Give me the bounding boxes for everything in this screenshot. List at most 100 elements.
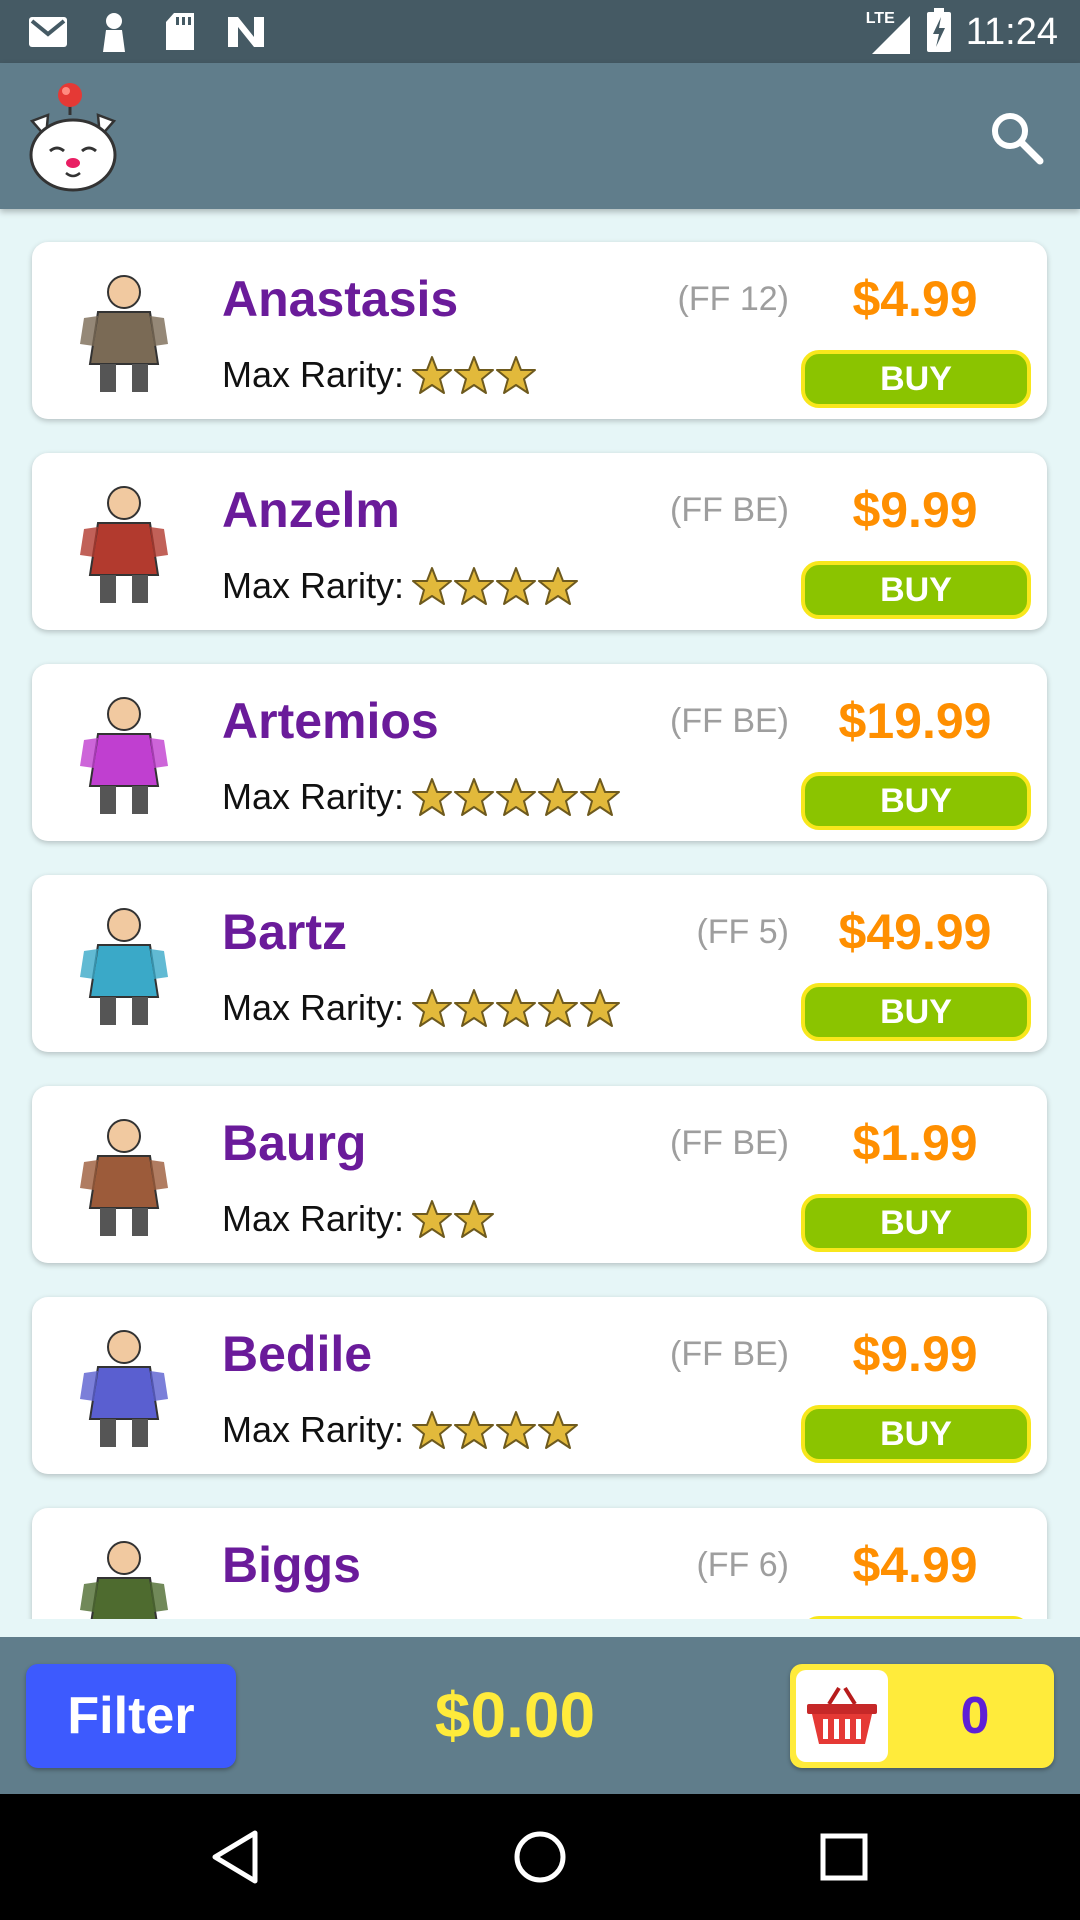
unit-price: $1.99: [852, 1115, 978, 1171]
star-icon: [496, 988, 537, 1028]
unit-name: Anastasis: [222, 271, 459, 327]
star-icon: [412, 1199, 453, 1239]
unit-price: $9.99: [852, 482, 978, 538]
notification-icon: [92, 10, 136, 54]
unit-card[interactable]: Baurg (FF BE) $1.99 Max Rarity: BUY: [32, 1086, 1047, 1263]
bottom-bar: Filter $0.00 0: [0, 1637, 1080, 1794]
unit-series: (FF 6): [696, 1546, 789, 1584]
star-icon: [454, 1199, 495, 1239]
buy-button[interactable]: BUY: [801, 772, 1031, 830]
unit-price: $4.99: [852, 271, 978, 327]
star-icon: [454, 988, 495, 1028]
star-icon: [496, 1410, 537, 1450]
unit-price: $9.99: [852, 1326, 978, 1382]
unit-series: (FF BE): [670, 702, 789, 740]
unit-sprite: [54, 1315, 194, 1455]
filter-button[interactable]: Filter: [26, 1664, 236, 1768]
star-icon: [496, 355, 537, 395]
unit-sprite: [54, 893, 194, 1033]
cart-total: $0.00: [434, 1679, 596, 1751]
star-icon: [538, 566, 579, 606]
unit-sprite: [54, 1526, 194, 1619]
star-icon: [538, 777, 579, 817]
unit-card[interactable]: Anastasis (FF 12) $4.99 Max Rarity: BUY: [32, 242, 1047, 419]
unit-list[interactable]: Anastasis (FF 12) $4.99 Max Rarity: BUY Anzel…: [0, 209, 1080, 1619]
rarity-stars: [412, 355, 537, 395]
unit-name: Bedile: [222, 1326, 373, 1382]
star-icon: [580, 777, 621, 817]
buy-button[interactable]: BUY: [801, 1405, 1031, 1463]
battery-charging-icon: [926, 8, 952, 57]
unit-name: Bartz: [222, 904, 348, 960]
unit-price: $19.99: [838, 693, 992, 749]
rarity-stars: [412, 566, 579, 606]
buy-button[interactable]: BUY: [801, 1194, 1031, 1252]
star-icon: [412, 988, 453, 1028]
rarity-label: Max Rarity:: [222, 354, 405, 395]
unit-name: Biggs: [222, 1537, 361, 1593]
unit-card[interactable]: Bartz (FF 5) $49.99 Max Rarity: BUY: [32, 875, 1047, 1052]
unit-series: (FF 12): [677, 280, 789, 318]
rarity-row: Max Rarity:: [222, 354, 537, 396]
unit-name: Anzelm: [222, 482, 400, 538]
rarity-label: Max Rarity:: [222, 1198, 405, 1239]
rarity-row: Max Rarity:: [222, 1409, 579, 1451]
search-icon[interactable]: [986, 107, 1046, 167]
star-icon: [454, 1410, 495, 1450]
gmail-icon: [26, 10, 70, 54]
rarity-row: Max Rarity:: [222, 776, 621, 818]
unit-sprite: [54, 682, 194, 822]
app-bar: [0, 63, 1080, 209]
star-icon: [538, 988, 579, 1028]
rarity-row: Max Rarity:: [222, 1198, 495, 1240]
star-icon: [496, 777, 537, 817]
rarity-label: Max Rarity:: [222, 987, 405, 1028]
cart-button[interactable]: 0: [790, 1664, 1054, 1768]
unit-sprite: [54, 1104, 194, 1244]
unit-series: (FF 5): [696, 913, 789, 951]
home-icon[interactable]: [510, 1827, 570, 1887]
shopping-basket-icon: [796, 1670, 888, 1762]
unit-series: (FF BE): [670, 491, 789, 529]
star-icon: [412, 1410, 453, 1450]
unit-series: (FF BE): [670, 1335, 789, 1373]
rarity-stars: [412, 1199, 495, 1239]
rarity-stars: [412, 777, 621, 817]
moogle-logo-icon[interactable]: [26, 81, 122, 193]
star-icon: [412, 355, 453, 395]
recents-icon[interactable]: [814, 1827, 874, 1887]
star-icon: [538, 1410, 579, 1450]
unit-price: $49.99: [838, 904, 992, 960]
rarity-label: Max Rarity:: [222, 1409, 405, 1450]
rarity-label: Max Rarity:: [222, 565, 405, 606]
rarity-label: Max Rarity:: [222, 776, 405, 817]
star-icon: [454, 777, 495, 817]
buy-button[interactable]: BUY: [801, 561, 1031, 619]
star-icon: [454, 566, 495, 606]
unit-card[interactable]: Artemios (FF BE) $19.99 Max Rarity: BUY: [32, 664, 1047, 841]
rarity-stars: [412, 988, 621, 1028]
unit-series: (FF BE): [670, 1124, 789, 1162]
star-icon: [496, 566, 537, 606]
n-app-icon: [224, 10, 268, 54]
buy-button[interactable]: BUY: [801, 1616, 1031, 1619]
unit-name: Artemios: [222, 693, 439, 749]
unit-card[interactable]: Biggs(FF 6)$4.99Max Rarity:BUY: [32, 1508, 1047, 1619]
unit-sprite: [54, 471, 194, 611]
buy-button[interactable]: BUY: [801, 350, 1031, 408]
star-icon: [412, 777, 453, 817]
unit-sprite: [54, 260, 194, 400]
status-bar: LTE 11:24: [0, 0, 1080, 63]
buy-button[interactable]: BUY: [801, 983, 1031, 1041]
sd-card-icon: [158, 10, 202, 54]
star-icon: [580, 988, 621, 1028]
unit-card[interactable]: Anzelm (FF BE) $9.99 Max Rarity: BUY: [32, 453, 1047, 630]
unit-name: Baurg: [222, 1115, 367, 1171]
unit-card[interactable]: Bedile (FF BE) $9.99 Max Rarity: BUY: [32, 1297, 1047, 1474]
cart-count: 0: [960, 1687, 990, 1745]
back-icon[interactable]: [205, 1827, 265, 1887]
unit-price: $4.99: [852, 1537, 978, 1593]
star-icon: [412, 566, 453, 606]
rarity-row: Max Rarity:: [222, 987, 621, 1029]
navigation-bar: [0, 1794, 1080, 1920]
